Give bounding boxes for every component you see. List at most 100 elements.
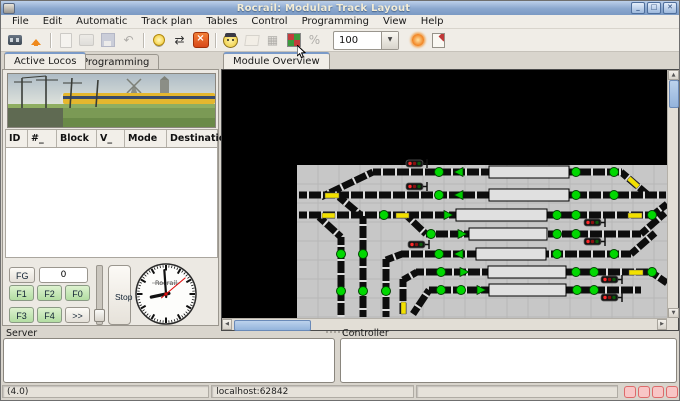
- windows-grid-icon: ▦: [262, 31, 283, 50]
- tag-icon-glyph: [244, 35, 260, 46]
- power-icon-glyph: [412, 34, 424, 46]
- f3-button[interactable]: F3: [9, 307, 34, 323]
- left-panel: ID #_ Block V_ Mode Destination FG F1 F2…: [2, 69, 219, 326]
- toolbar-separator: [215, 33, 216, 48]
- horizontal-scrollbar[interactable]: ◀ ▶: [222, 318, 667, 330]
- emergency-stop-icon-glyph: ×: [193, 32, 209, 48]
- status-host: localhost:62842: [211, 385, 413, 398]
- print-icon: [76, 31, 97, 50]
- col-id[interactable]: ID: [6, 130, 28, 147]
- swap-direction-icon-glyph: ⇄: [174, 33, 184, 47]
- percent-icon-glyph: %: [309, 33, 320, 47]
- menubar: FileEditAutomaticTrack planTablesControl…: [1, 15, 679, 29]
- loco-photo-image: [8, 74, 215, 127]
- scroll-right-icon[interactable]: ▶: [657, 319, 667, 330]
- stop-button[interactable]: Stop: [108, 265, 131, 325]
- scrollbar-corner: [667, 318, 678, 330]
- help-book-icon-glyph: [432, 33, 445, 48]
- new-document-icon-glyph: [60, 33, 72, 48]
- menu-control[interactable]: Control: [244, 16, 294, 27]
- loco-list[interactable]: [5, 148, 218, 258]
- tab-active-locos[interactable]: Active Locos: [4, 52, 86, 69]
- col-mode[interactable]: Mode: [125, 130, 167, 147]
- connect-icon[interactable]: [4, 31, 25, 50]
- toolbar: ↶ ⇄ × ▦% 100▼: [1, 29, 679, 52]
- zoom-select[interactable]: 100▼: [333, 31, 399, 50]
- upload-icon-glyph: [29, 33, 43, 47]
- more-functions-button[interactable]: >>: [65, 307, 90, 323]
- titlebar: Rocrail: Modular Track Layout _□✕: [1, 1, 679, 15]
- status-led: [666, 386, 678, 398]
- maximize-button[interactable]: □: [647, 2, 661, 14]
- f2-button[interactable]: F2: [37, 285, 62, 301]
- speed-slider-handle[interactable]: [94, 309, 105, 322]
- status-version: (4.0): [2, 385, 209, 398]
- menu-view[interactable]: View: [376, 16, 414, 27]
- f0-button[interactable]: F0: [65, 285, 90, 301]
- print-icon-glyph: [79, 34, 94, 46]
- menu-file[interactable]: File: [5, 16, 36, 27]
- zoom-value[interactable]: 100: [334, 35, 381, 46]
- speed-slider[interactable]: [96, 265, 103, 325]
- scroll-down-icon[interactable]: ▼: [668, 308, 679, 318]
- toolbar-separator: [143, 33, 144, 48]
- undo-icon-glyph: ↶: [123, 33, 133, 47]
- swap-direction-icon[interactable]: ⇄: [169, 31, 190, 50]
- toolbar-separator: [50, 33, 51, 48]
- col-number[interactable]: #_: [28, 130, 57, 147]
- status-led: [624, 386, 636, 398]
- app-icon: [3, 3, 15, 14]
- loco-table-header: ID #_ Block V_ Mode Destination: [5, 129, 218, 148]
- horizontal-scroll-thumb[interactable]: [234, 320, 311, 331]
- scroll-left-icon[interactable]: ◀: [222, 319, 232, 330]
- loco-photo: [7, 73, 216, 128]
- upload-icon[interactable]: [25, 31, 46, 50]
- menu-programming[interactable]: Programming: [295, 16, 376, 27]
- percent-icon: %: [304, 31, 325, 50]
- module-overview-canvas[interactable]: ▲ ▼ ◀ ▶: [221, 69, 679, 331]
- minimize-button[interactable]: _: [631, 2, 645, 14]
- menu-edit[interactable]: Edit: [36, 16, 69, 27]
- status-led: [638, 386, 650, 398]
- save-icon-glyph: [101, 33, 115, 47]
- controller-log[interactable]: [340, 338, 677, 383]
- menu-track-plan[interactable]: Track plan: [134, 16, 199, 27]
- auto-mode-icon-glyph: [223, 33, 238, 48]
- menu-help[interactable]: Help: [414, 16, 451, 27]
- new-document-icon: [55, 31, 76, 50]
- track-plan[interactable]: [222, 70, 667, 318]
- emergency-stop-icon[interactable]: ×: [190, 31, 211, 50]
- windows-grid-icon-glyph: ▦: [267, 33, 278, 47]
- close-button[interactable]: ✕: [663, 2, 677, 14]
- power-lamp-icon[interactable]: [148, 31, 169, 50]
- help-book-icon[interactable]: [428, 31, 449, 50]
- connect-icon-glyph: [8, 35, 22, 45]
- tab-module-overview[interactable]: Module Overview: [223, 52, 330, 69]
- col-block[interactable]: Block: [57, 130, 97, 147]
- f4-button[interactable]: F4: [37, 307, 62, 323]
- server-log[interactable]: [3, 338, 335, 383]
- status-led: [652, 386, 664, 398]
- fg-button[interactable]: FG: [9, 267, 35, 283]
- menu-tables[interactable]: Tables: [199, 16, 244, 27]
- status-cell3: [416, 385, 618, 398]
- power-icon[interactable]: [407, 31, 428, 50]
- vertical-scrollbar[interactable]: ▲ ▼: [667, 70, 678, 318]
- zoom-dropdown-icon[interactable]: ▼: [381, 32, 398, 49]
- statusbar: (4.0) localhost:62842: [2, 385, 678, 398]
- speed-field[interactable]: [39, 267, 88, 283]
- save-icon: [97, 31, 118, 50]
- auto-mode-icon[interactable]: [220, 31, 241, 50]
- fast-clock: Rocrail: [133, 261, 199, 327]
- col-v[interactable]: V_: [97, 130, 125, 147]
- tag-icon: [241, 31, 262, 50]
- f1-button[interactable]: F1: [9, 285, 34, 301]
- menu-automatic[interactable]: Automatic: [69, 16, 134, 27]
- status-indicators: [622, 385, 678, 398]
- rocrail-window: Rocrail: Modular Track Layout _□✕ FileEd…: [0, 0, 680, 401]
- scroll-up-icon[interactable]: ▲: [668, 70, 679, 80]
- vertical-scroll-thumb[interactable]: [669, 80, 679, 108]
- undo-icon: ↶: [118, 31, 139, 50]
- col-destination[interactable]: Destination: [167, 130, 217, 147]
- power-lamp-icon-glyph: [153, 34, 165, 46]
